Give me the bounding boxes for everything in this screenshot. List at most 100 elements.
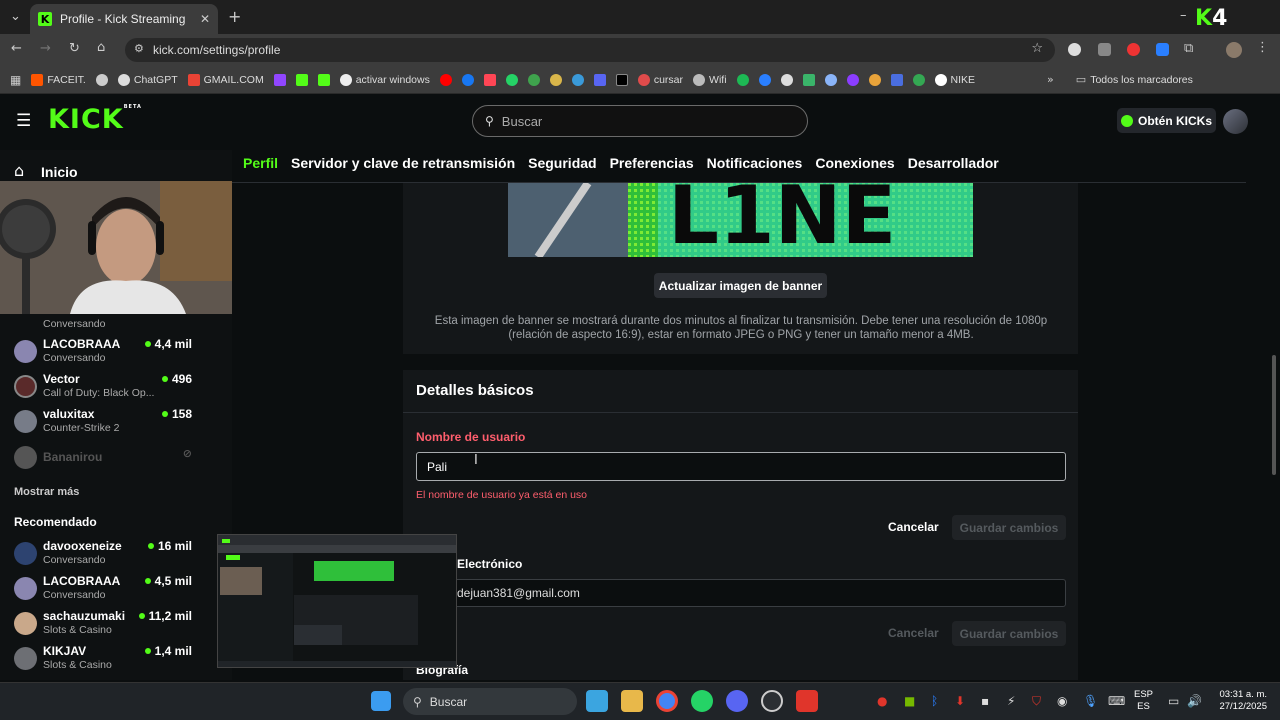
sidebar-channel[interactable]: LACOBRAAA Conversando 4,4 mil [14, 337, 214, 371]
bookmark-icon[interactable] [802, 73, 815, 86]
system-clock[interactable]: 03:31 a. m. 27/12/2025 [1212, 689, 1267, 713]
bookmark-cursar[interactable]: cursar [637, 73, 683, 86]
apps-grid-icon[interactable]: ▦ [10, 73, 21, 87]
youtube-icon[interactable] [439, 73, 452, 86]
save-button[interactable]: Guardar cambios [952, 515, 1066, 540]
email-save-button[interactable]: Guardar cambios [952, 621, 1066, 646]
sidebar-channel[interactable]: Vector Call of Duty: Black Op... 496 [14, 372, 214, 406]
chrome-icon[interactable] [656, 690, 678, 712]
bookmark-star-icon[interactable]: ☆ [1031, 41, 1043, 56]
bookmark-nike[interactable]: NIKE [934, 73, 975, 86]
kick-logo[interactable]: KICKBETA [48, 104, 142, 135]
tab-security[interactable]: Seguridad [528, 155, 596, 171]
update-banner-button[interactable]: Actualizar imagen de banner [654, 273, 827, 298]
hamburger-menu-icon[interactable]: ☰ [16, 111, 31, 131]
kick-icon[interactable] [317, 73, 330, 86]
close-tab-icon[interactable]: ✕ [200, 12, 210, 26]
sidebar-item-home[interactable]: Inicio [41, 164, 78, 180]
windows-start-icon[interactable] [371, 691, 391, 711]
show-more-link[interactable]: Mostrar más [14, 486, 79, 498]
nvidia-icon[interactable]: ■ [904, 694, 915, 708]
tray-icon[interactable]: ▪ [981, 694, 989, 708]
back-icon[interactable]: ← [11, 41, 22, 56]
browser-tab[interactable]: K Profile - Kick Streaming ✕ [30, 4, 218, 34]
bookmark-icon[interactable] [593, 73, 606, 86]
new-tab-icon[interactable]: + [228, 7, 241, 26]
language-indicator[interactable]: ESP ES [1134, 689, 1153, 713]
bookmark-activar-windows[interactable]: activar windows [339, 73, 430, 86]
extension-icon[interactable] [1098, 43, 1111, 56]
drive-icon[interactable] [912, 73, 925, 86]
tab-search-icon[interactable]: ⌄ [10, 9, 21, 24]
spotify-icon[interactable] [736, 73, 749, 86]
tab-preferences[interactable]: Preferencias [610, 155, 694, 171]
microphone-icon[interactable]: 🎙 [1083, 694, 1098, 708]
canva-icon[interactable] [846, 73, 859, 86]
bluetooth-icon[interactable]: ᛒ [931, 694, 938, 708]
search-input[interactable]: ⚲ Buscar [472, 105, 808, 137]
more-bookmarks-icon[interactable]: » [1047, 73, 1054, 86]
sidebar-channel[interactable]: KIKJAV Slots & Casino 1,4 mil [14, 644, 214, 678]
minimize-icon[interactable]: – [1180, 8, 1187, 23]
kick-icon[interactable] [295, 73, 308, 86]
usb-icon[interactable]: ⚡ [1007, 694, 1015, 708]
url-field[interactable]: ⚙ kick.com/settings/profile ☆ [125, 38, 1055, 62]
bookmark-wifi[interactable]: Wifi [693, 73, 727, 86]
menu-kebab-icon[interactable]: ⋮ [1256, 40, 1269, 55]
tab-profile[interactable]: Perfil [243, 155, 278, 171]
steam-icon[interactable] [761, 690, 783, 712]
extension-record-icon[interactable] [1127, 43, 1140, 56]
sidebar-channel[interactable]: davooxeneize Conversando 16 mil [14, 539, 214, 573]
email-field[interactable] [416, 579, 1066, 607]
keyboard-icon[interactable]: ⌨ [1108, 694, 1125, 708]
bookmark-chatgpt[interactable]: ChatGPT [117, 73, 178, 86]
bookmark-icon[interactable] [890, 73, 903, 86]
home-icon[interactable]: ⌂ [14, 161, 24, 180]
antivirus-icon[interactable]: ⛉ [1032, 694, 1041, 709]
whatsapp-icon[interactable] [691, 690, 713, 712]
extension-audio-icon[interactable] [1156, 43, 1169, 56]
taskbar-search[interactable]: ⚲ Buscar [403, 688, 577, 715]
tray-icon[interactable]: ⬇ [955, 694, 965, 708]
volume-icon[interactable]: 🔊 [1187, 694, 1202, 708]
tray-icon[interactable]: ● [877, 694, 887, 708]
get-kicks-button[interactable]: Obtén KICKs [1117, 108, 1216, 133]
valorant-icon[interactable] [483, 73, 496, 86]
bookmark-icon[interactable] [95, 73, 108, 86]
steam-tray-icon[interactable]: ◉ [1057, 694, 1067, 708]
cancel-button[interactable]: Cancelar [888, 520, 939, 534]
tab-stream-key[interactable]: Servidor y clave de retransmisión [291, 155, 515, 171]
email-cancel-button[interactable]: Cancelar [888, 626, 939, 640]
bookmark-icon[interactable] [571, 73, 584, 86]
whatsapp-icon[interactable] [505, 73, 518, 86]
discord-icon[interactable] [726, 690, 748, 712]
bookmark-gmail[interactable]: GMAIL.COM [187, 73, 264, 86]
bookmark-icon[interactable] [780, 73, 793, 86]
sidebar-channel[interactable]: Bananirou ⊘ [14, 446, 214, 481]
x-icon[interactable] [615, 73, 628, 86]
sidebar-channel[interactable]: LACOBRAAA Conversando 4,5 mil [14, 574, 214, 608]
bookmark-icon[interactable] [758, 73, 771, 86]
reload-icon[interactable]: ↻ [69, 41, 80, 56]
tab-connections[interactable]: Conexiones [815, 155, 894, 171]
username-input[interactable] [416, 452, 1066, 481]
bookmark-faceit[interactable]: FACEIT. [31, 73, 86, 86]
extensions-puzzle-icon[interactable]: ⧉ [1184, 41, 1193, 56]
tab-notifications[interactable]: Notificaciones [707, 155, 803, 171]
bookmark-icon[interactable] [824, 73, 837, 86]
bookmark-icon[interactable] [527, 73, 540, 86]
tab-developer[interactable]: Desarrollador [908, 155, 999, 171]
all-bookmarks-folder[interactable]: ▭ Todos los marcadores [1076, 73, 1193, 86]
sidebar-channel[interactable]: valuxitax Counter-Strike 2 158 [14, 407, 214, 441]
user-avatar[interactable] [1223, 109, 1248, 134]
file-explorer-icon[interactable] [621, 690, 643, 712]
google-icon[interactable] [1068, 43, 1081, 56]
site-info-icon[interactable]: ⚙ [134, 42, 144, 55]
page-scrollbar[interactable] [1272, 355, 1276, 475]
security-shield-icon[interactable] [796, 690, 818, 712]
sidebar-channel[interactable]: sachauzumaki Slots & Casino 11,2 mil [14, 609, 214, 643]
store-icon[interactable] [586, 690, 608, 712]
profile-avatar[interactable] [1226, 42, 1242, 58]
twitch-icon[interactable] [273, 73, 286, 86]
forward-icon[interactable]: → [40, 41, 51, 56]
